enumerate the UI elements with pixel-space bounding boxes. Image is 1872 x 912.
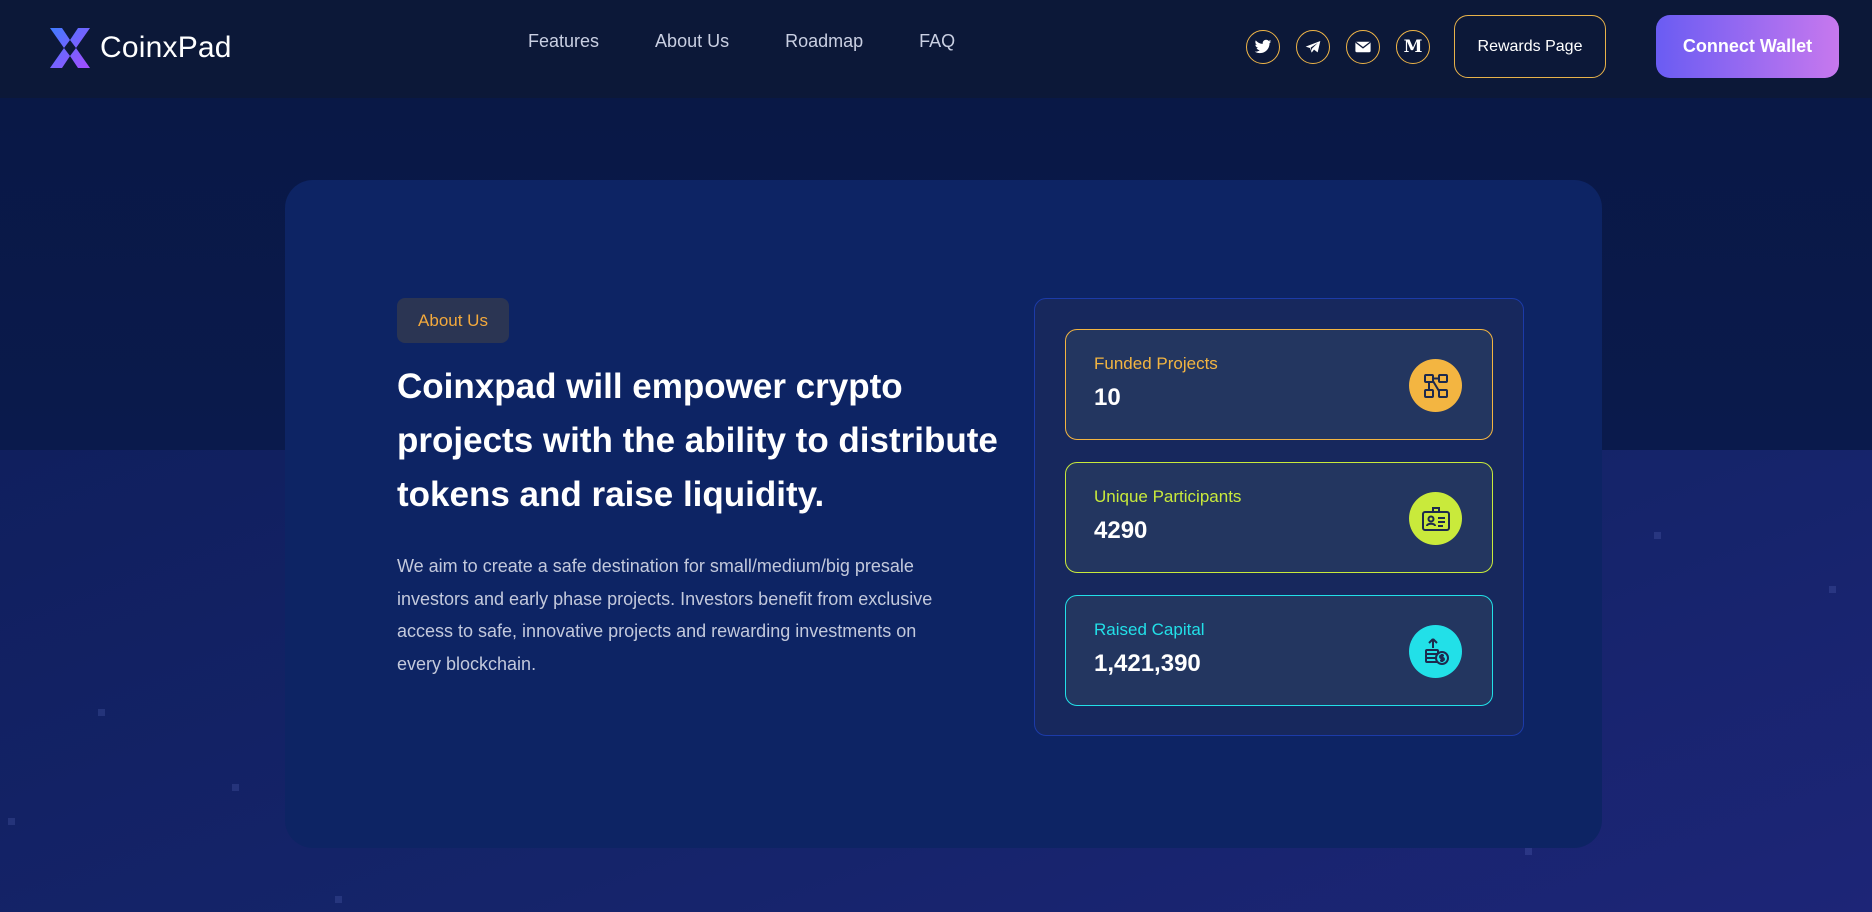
projects-icon [1409, 359, 1462, 412]
stat-value: 1,421,390 [1094, 650, 1201, 677]
brand-name: CoinxPad [100, 31, 232, 64]
decor-dot [1525, 848, 1532, 855]
decor-dot [1829, 586, 1836, 593]
twitter-icon [1254, 39, 1272, 54]
decor-dot [98, 709, 105, 716]
medium-link[interactable]: M [1396, 30, 1430, 64]
telegram-link[interactable] [1296, 30, 1330, 64]
brand-logo[interactable]: CoinxPad [48, 26, 232, 70]
decor-dot [335, 896, 342, 903]
stat-value: 4290 [1094, 517, 1148, 544]
twitter-link[interactable] [1246, 30, 1280, 64]
nav-about-us[interactable]: About Us [655, 31, 729, 52]
decor-dot [8, 818, 15, 825]
nav-roadmap[interactable]: Roadmap [785, 31, 863, 52]
stat-label: Raised Capital [1094, 620, 1205, 639]
decor-dot [1654, 532, 1661, 539]
coinxpad-logo-icon [50, 28, 90, 68]
stat-label: Funded Projects [1094, 354, 1218, 373]
mail-icon [1355, 41, 1371, 53]
telegram-icon [1305, 41, 1321, 53]
social-links: M [1246, 30, 1446, 64]
nav-faq[interactable]: FAQ [919, 31, 955, 52]
about-headline: Coinxpad will empower crypto projects wi… [397, 367, 998, 514]
main-nav: Features About Us Roadmap FAQ [528, 31, 1011, 52]
about-description: We aim to create a safe destination for … [397, 556, 933, 674]
about-us-tag: About Us [397, 298, 509, 343]
connect-wallet-button[interactable]: Connect Wallet [1656, 15, 1839, 78]
stat-card-funded-projects: Funded Projects 10 [1065, 329, 1493, 440]
medium-icon: M [1403, 37, 1423, 57]
stat-value: 10 [1094, 384, 1121, 411]
site-header: CoinxPad Features About Us Roadmap FAQ M [0, 0, 1872, 98]
nav-features[interactable]: Features [528, 31, 599, 52]
decor-dot [232, 784, 239, 791]
id-card-icon [1409, 492, 1462, 545]
money-icon [1409, 625, 1462, 678]
stat-label: Unique Participants [1094, 487, 1242, 506]
rewards-page-button[interactable]: Rewards Page [1454, 15, 1606, 78]
stat-card-raised-capital: Raised Capital 1,421,390 [1065, 595, 1493, 706]
mail-link[interactable] [1346, 30, 1380, 64]
stat-card-unique-participants: Unique Participants 4290 [1065, 462, 1493, 573]
